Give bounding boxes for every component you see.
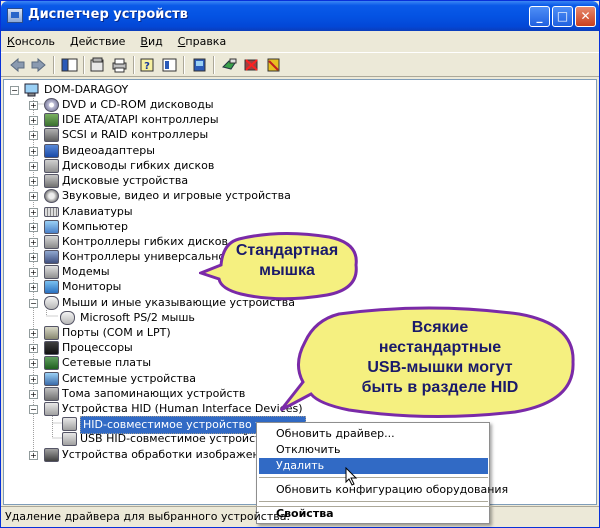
menu-bar: Консоль Действие Вид Справка — [1, 31, 599, 51]
sound-icon — [44, 189, 59, 203]
collapse-icon[interactable]: − — [10, 86, 19, 95]
storage-volume-icon — [44, 387, 59, 401]
expand-icon[interactable]: + — [29, 162, 38, 171]
expand-icon[interactable]: + — [29, 208, 38, 217]
computer-icon — [24, 83, 39, 97]
collapse-icon[interactable]: − — [29, 405, 38, 414]
expand-icon[interactable]: + — [29, 147, 38, 156]
back-icon[interactable] — [9, 57, 26, 73]
expand-icon[interactable]: + — [29, 268, 38, 277]
menu-view[interactable]: Вид — [140, 35, 162, 48]
expand-icon[interactable]: + — [29, 238, 38, 247]
callout-hid-mice: Всякие нестандартные USB-мышки могут быт… — [279, 306, 579, 424]
expand-icon[interactable]: + — [29, 253, 38, 262]
uninstall-icon[interactable] — [243, 57, 260, 73]
network-card-icon — [44, 356, 59, 370]
mouse-icon — [44, 296, 59, 310]
menu-help[interactable]: Справка — [178, 35, 226, 48]
toolbar-separator — [53, 56, 55, 74]
toolbar-separator — [183, 56, 185, 74]
floppy-drive-icon — [44, 159, 59, 173]
callout-standard-mouse: Стандартная мышка — [199, 231, 361, 313]
callout-standard-line-1: Стандартная — [235, 242, 339, 259]
hid-device-icon — [62, 417, 77, 431]
ctx-uninstall[interactable]: Удалить — [259, 458, 488, 474]
modem-icon — [44, 265, 59, 279]
disk-drive-icon — [44, 174, 59, 188]
toolbar-separator — [133, 56, 135, 74]
callout-standard-line-2: мышка — [259, 262, 315, 279]
menu-action[interactable]: Действие — [70, 35, 125, 48]
toolbar: ? — [1, 52, 599, 77]
status-bar: Удаление драйвера для выбранного устройс… — [1, 506, 599, 527]
monitor-icon — [44, 280, 59, 294]
help-icon[interactable]: ? — [139, 57, 156, 73]
window-title: Диспетчер устройств — [28, 7, 188, 22]
print-icon[interactable] — [111, 57, 128, 73]
expand-icon[interactable]: + — [29, 101, 38, 110]
expand-icon[interactable]: + — [29, 283, 38, 292]
toolbar-separator — [83, 56, 85, 74]
expand-icon[interactable]: + — [29, 344, 38, 353]
callout-hid-line-2: нестандартные — [378, 339, 502, 356]
svg-text:?: ? — [144, 61, 150, 72]
usb-controller-icon — [44, 250, 59, 264]
device-manager-window: Диспетчер устройств _ □ ✕ Консоль Действ… — [0, 0, 600, 528]
port-icon — [44, 326, 59, 340]
disable-icon[interactable] — [265, 57, 282, 73]
expand-icon[interactable]: + — [29, 223, 38, 232]
ctx-separator — [259, 477, 488, 478]
keyboard-icon — [44, 207, 59, 217]
close-button[interactable]: ✕ — [575, 6, 596, 27]
mouse-cursor-icon — [345, 467, 358, 486]
show-hide-tree-icon[interactable] — [61, 57, 78, 73]
usb-hid-device-icon — [62, 432, 77, 446]
maximize-button[interactable]: □ — [552, 6, 573, 27]
ctx-separator — [259, 501, 488, 502]
scsi-controller-icon — [44, 128, 59, 142]
cdrom-icon — [44, 98, 59, 112]
system-device-icon — [44, 372, 59, 386]
ctx-scan-hardware[interactable]: Обновить конфигурацию оборудования — [259, 482, 508, 498]
toolbar-separator — [213, 56, 215, 74]
properties-icon[interactable] — [89, 57, 106, 73]
expand-icon[interactable]: + — [29, 451, 38, 460]
expand-icon[interactable]: + — [29, 359, 38, 368]
mouse-device-icon — [60, 311, 75, 325]
ide-controller-icon — [44, 113, 59, 127]
minimize-button[interactable]: _ — [529, 6, 550, 27]
expand-icon[interactable]: + — [29, 375, 38, 384]
floppy-controller-icon — [44, 235, 59, 249]
title-bar[interactable]: Диспетчер устройств _ □ ✕ — [1, 1, 599, 31]
display-adapter-icon — [44, 144, 59, 158]
callout-hid-line-3: USB-мышки могут — [367, 359, 513, 376]
hid-icon — [44, 402, 59, 416]
processor-icon — [44, 341, 59, 355]
expand-icon[interactable]: + — [29, 177, 38, 186]
expand-icon[interactable]: + — [29, 329, 38, 338]
imaging-device-icon — [44, 448, 59, 462]
callout-hid-line-1: Всякие — [411, 319, 469, 336]
expand-icon[interactable]: + — [29, 192, 38, 201]
tree-root-label: DOM-DARAGOY — [44, 83, 129, 96]
ctx-disable[interactable]: Отключить — [259, 442, 488, 458]
scan-hardware-icon[interactable] — [191, 57, 208, 73]
menu-console[interactable]: Консоль — [7, 35, 55, 48]
expand-icon[interactable]: + — [29, 390, 38, 399]
computer-icon — [44, 220, 59, 234]
expand-icon[interactable]: + — [29, 116, 38, 125]
ctx-update-driver[interactable]: Обновить драйвер... — [259, 426, 488, 442]
expand-icon[interactable]: + — [29, 131, 38, 140]
collapse-icon[interactable]: − — [29, 299, 38, 308]
callout-hid-line-4: быть в разделе HID — [361, 379, 519, 396]
console-tree-icon[interactable] — [161, 57, 178, 73]
device-manager-icon — [7, 8, 23, 23]
forward-icon[interactable] — [30, 57, 47, 73]
update-driver-icon[interactable] — [221, 57, 238, 73]
